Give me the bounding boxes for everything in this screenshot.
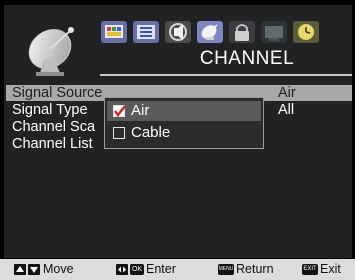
exit-label: Exit [320,262,341,276]
footer-enter: OK Enter [116,259,176,280]
signal-source-label: Signal Source [12,85,103,101]
checkmark-icon [114,105,126,118]
satellite-dish-icon [28,27,74,76]
option-air-label: Air [131,102,150,119]
footer-move: Move [14,259,74,280]
footer-exit: EXIT Exit [302,259,341,280]
enter-label: Enter [146,262,176,276]
channel-list-label: Channel List [12,136,93,152]
signal-type-label: Signal Type [12,102,88,118]
title-divider [100,74,352,76]
down-arrow-key-icon [28,264,40,276]
signal-source-value: Air [278,85,296,101]
return-label: Return [236,262,274,276]
picture-icon[interactable] [100,19,128,45]
move-label: Move [43,262,74,276]
option-cable[interactable]: Cable [107,123,261,143]
lock-icon[interactable] [228,19,256,45]
page-title: CHANNEL [199,48,295,69]
left-right-key-icon [116,264,128,276]
option-air[interactable]: Air [107,101,261,121]
timer-icon[interactable] [292,19,320,45]
up-arrow-key-icon [14,264,26,276]
signal-type-value: All [278,102,295,118]
exit-key-icon: EXIT [302,264,318,276]
tv-screen: CHANNEL Signal Source Air Signal Type Al… [0,0,355,280]
channel-scan-label: Channel Sca [12,119,96,135]
option-cable-label: Cable [131,124,171,141]
signal-source-dropdown: Air Cable [104,97,264,149]
channel-satellite-icon[interactable] [196,19,224,45]
air-checkbox[interactable] [113,105,126,118]
ok-key-icon: OK [130,264,144,276]
menu-key-icon: MENU [218,264,234,276]
footer-return: MENU Return [218,259,274,280]
cable-checkbox[interactable] [113,127,125,139]
footer-help-bar: Move OK Enter MENU Return EXIT Exit [0,259,355,280]
setup-icon[interactable] [260,19,288,45]
list-icon[interactable] [132,19,160,45]
audio-icon[interactable] [164,19,192,45]
